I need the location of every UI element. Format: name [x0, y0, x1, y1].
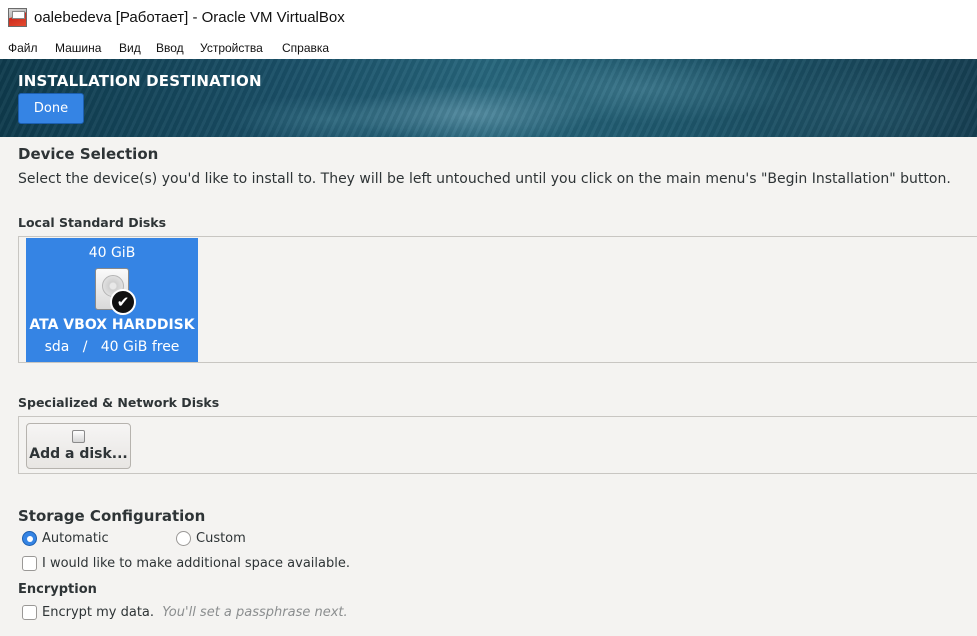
local-disks-panel: 40 GiB ✔ ATA VBOX HARDDISK sda / 40 GiB … [18, 236, 977, 363]
host-menubar: Файл Машина Вид Ввод Устройства Справка [0, 37, 977, 59]
encrypt-checkbox[interactable] [22, 605, 37, 620]
add-disk-label: Add a disk... [29, 446, 128, 462]
encrypt-label[interactable]: Encrypt my data. You'll set a passphrase… [42, 605, 348, 620]
window-titlebar: oalebedeva [Работает] - Oracle VM Virtua… [0, 0, 977, 37]
installer-header: INSTALLATION DESTINATION Done [0, 59, 977, 137]
add-disk-button[interactable]: Add a disk... [26, 423, 131, 469]
menu-help[interactable]: Справка [282, 41, 329, 55]
local-disks-label: Local Standard Disks [18, 215, 167, 230]
disk-tile-sda[interactable]: 40 GiB ✔ ATA VBOX HARDDISK sda / 40 GiB … [26, 238, 198, 362]
done-button[interactable]: Done [18, 93, 84, 124]
custom-radio[interactable] [176, 531, 191, 546]
disk-free-space: sda / 40 GiB free [44, 339, 180, 355]
menu-input[interactable]: Ввод [156, 41, 184, 55]
window-title: oalebedeva [Работает] - Oracle VM Virtua… [34, 9, 345, 26]
menu-devices[interactable]: Устройства [200, 41, 263, 55]
encrypt-label-text: Encrypt my data. [42, 605, 155, 620]
menu-file[interactable]: Файл [8, 41, 38, 55]
virtualbox-app-icon [8, 8, 27, 27]
page-title: INSTALLATION DESTINATION [18, 72, 262, 90]
device-selection-description: Select the device(s) you'd like to insta… [18, 171, 951, 187]
storage-configuration-title: Storage Configuration [18, 507, 206, 525]
menu-machine[interactable]: Машина [55, 41, 101, 55]
encrypt-hint: You'll set a passphrase next. [162, 605, 348, 620]
network-disks-label: Specialized & Network Disks [18, 395, 220, 410]
automatic-radio[interactable] [22, 531, 37, 546]
harddisk-icon [72, 430, 85, 443]
header-background-image [0, 59, 977, 137]
additional-space-label[interactable]: I would like to make additional space av… [42, 556, 350, 571]
network-disks-panel: Add a disk... [18, 416, 977, 474]
disk-name: ATA VBOX HARDDISK [29, 317, 195, 333]
encryption-title: Encryption [18, 582, 97, 597]
menu-view[interactable]: Вид [119, 41, 141, 55]
custom-label[interactable]: Custom [196, 531, 246, 546]
disk-size: 40 GiB [88, 245, 136, 261]
automatic-label[interactable]: Automatic [42, 531, 109, 546]
device-selection-title: Device Selection [18, 145, 159, 163]
checkmark-icon: ✔ [110, 289, 136, 315]
additional-space-checkbox[interactable] [22, 556, 37, 571]
